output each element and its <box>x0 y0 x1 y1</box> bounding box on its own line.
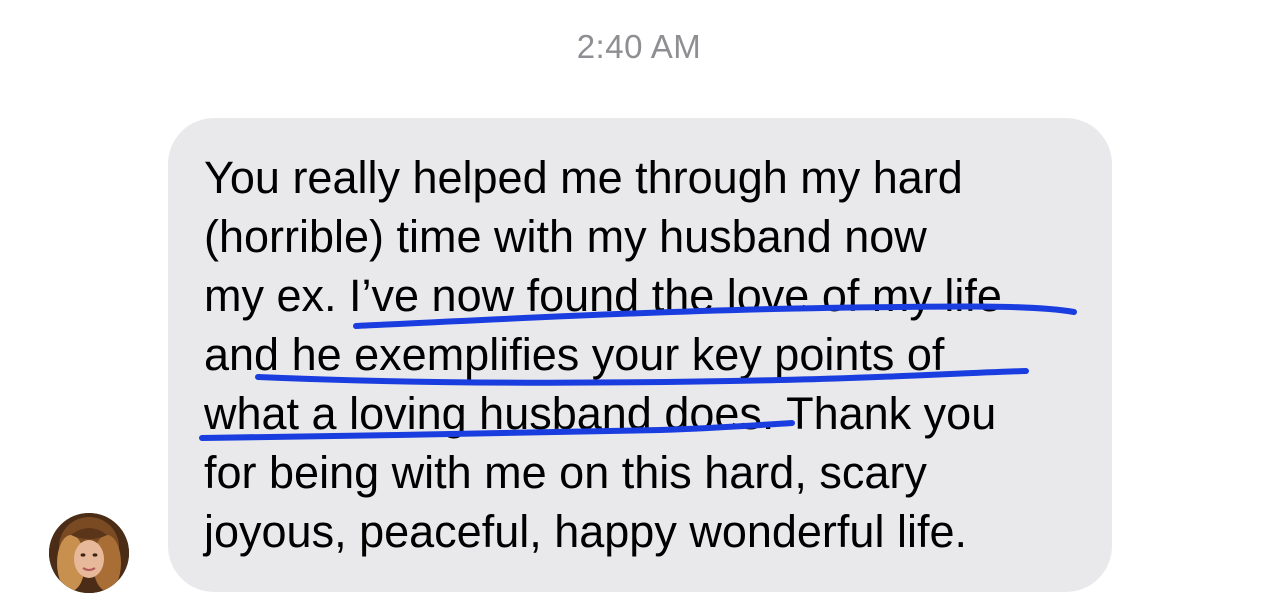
message-line: what a loving husband does. Thank you <box>204 388 997 439</box>
message-line: and he exemplifies your key points of <box>204 329 945 380</box>
message-line: (horrible) time with my husband now <box>204 211 927 262</box>
avatar-photo-icon <box>49 513 129 593</box>
message-line: for being with me on this hard, scary <box>204 447 927 498</box>
message-thread: 2:40 AM You really helped me through my … <box>0 0 1280 612</box>
message-line: You really helped me through my hard <box>204 152 963 203</box>
sender-avatar[interactable] <box>49 513 129 593</box>
message-timestamp: 2:40 AM <box>576 28 702 65</box>
message-text: You really helped me through my hard (ho… <box>204 148 1084 561</box>
message-line: my ex. I’ve now found the love of my lif… <box>204 270 1002 321</box>
message-line: joyous, peaceful, happy wonderful life. <box>204 506 967 557</box>
